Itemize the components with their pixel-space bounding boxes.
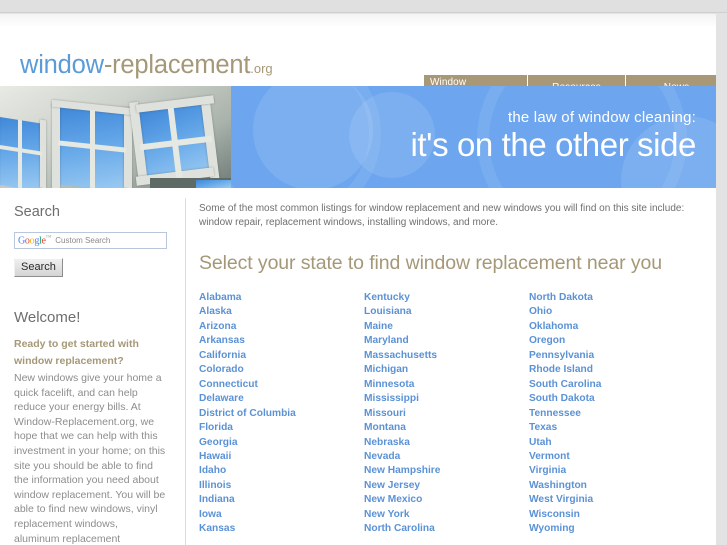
state-link[interactable]: Wyoming <box>529 522 694 536</box>
state-link[interactable]: Massachusetts <box>364 349 529 363</box>
state-link[interactable]: Colorado <box>199 363 364 377</box>
search-section-title: Search <box>14 204 60 220</box>
hero-tagline: the law of window cleaning: <box>507 109 696 126</box>
state-link[interactable]: Tennessee <box>529 407 694 421</box>
state-link[interactable]: Ohio <box>529 305 694 319</box>
hero-headline: it's on the other side <box>410 126 696 163</box>
logo-part-window: window <box>20 51 104 79</box>
state-link[interactable]: New Jersey <box>364 479 529 493</box>
state-link[interactable]: Alaska <box>199 305 364 319</box>
search-placeholder-label: Custom Search <box>55 236 111 245</box>
welcome-subtitle-line-2: window replacement? <box>14 355 124 367</box>
state-link[interactable]: Minnesota <box>364 378 529 392</box>
page-root: window-replacement.org Window replacemen… <box>0 0 727 545</box>
logo-part-replacement: -replacement <box>103 51 251 79</box>
main-column: Some of the most common listings for win… <box>199 202 704 545</box>
state-link[interactable]: Rhode Island <box>529 363 694 377</box>
state-link[interactable]: North Dakota <box>529 291 694 305</box>
state-link[interactable]: Michigan <box>364 363 529 377</box>
intro-paragraph: Some of the most common listings for win… <box>199 203 685 228</box>
sidebar-divider <box>185 198 186 545</box>
browser-top-strip <box>0 0 727 13</box>
sidebar: Search Google™ Custom Search Search Welc… <box>14 204 179 545</box>
state-list: Alabama Alaska Arizona Arkansas California Co… <box>199 291 704 537</box>
state-link[interactable]: Indiana <box>199 493 364 507</box>
state-link[interactable]: South Dakota <box>529 392 694 406</box>
state-link[interactable]: Wisconsin <box>529 508 694 522</box>
state-link[interactable]: District of Columbia <box>199 407 364 421</box>
state-link[interactable]: Maryland <box>364 334 529 348</box>
trademark-icon: ™ <box>45 234 52 241</box>
state-link[interactable]: Iowa <box>199 508 364 522</box>
state-link[interactable]: Alabama <box>199 291 364 305</box>
state-link[interactable]: Missouri <box>364 407 529 421</box>
state-link[interactable]: Nevada <box>364 450 529 464</box>
state-link[interactable]: Louisiana <box>364 305 529 319</box>
page-body: window-replacement.org Window replacemen… <box>0 14 716 545</box>
state-link[interactable]: Mississippi <box>364 392 529 406</box>
site-header: window-replacement.org Window replacemen… <box>0 14 716 100</box>
welcome-title: Welcome! <box>14 309 81 326</box>
state-link[interactable]: Montana <box>364 421 529 435</box>
state-column-2: Kentucky Louisiana Maine Maryland Massachuse… <box>364 291 529 537</box>
state-link[interactable]: Oregon <box>529 334 694 348</box>
hero-blue-panel: the law of window cleaning: it's on the … <box>231 86 716 188</box>
state-link[interactable]: Maine <box>364 320 529 334</box>
welcome-body-text: New windows give your home a quick facel… <box>14 372 166 545</box>
state-link[interactable]: Texas <box>529 421 694 435</box>
state-link[interactable]: Utah <box>529 436 694 450</box>
search-input[interactable]: Google™ Custom Search <box>14 232 167 249</box>
state-link[interactable]: Georgia <box>199 436 364 450</box>
state-link[interactable]: New Hampshire <box>364 464 529 478</box>
state-column-1: Alabama Alaska Arizona Arkansas California Co… <box>199 291 364 537</box>
state-link[interactable]: Nebraska <box>364 436 529 450</box>
state-link[interactable]: West Virginia <box>529 493 694 507</box>
state-link[interactable]: California <box>199 349 364 363</box>
state-column-3: North Dakota Ohio Oklahoma Oregon Pennsylvan… <box>529 291 694 537</box>
state-link[interactable]: Florida <box>199 421 364 435</box>
state-link[interactable]: Arizona <box>199 320 364 334</box>
state-link[interactable]: Washington <box>529 479 694 493</box>
state-link[interactable]: Pennsylvania <box>529 349 694 363</box>
content-area: Search Google™ Custom Search Search Welc… <box>0 188 716 545</box>
logo-part-org: .org <box>250 61 273 76</box>
state-link[interactable]: Illinois <box>199 479 364 493</box>
state-link[interactable]: Oklahoma <box>529 320 694 334</box>
welcome-subtitle-line-1: Ready to get started with <box>14 338 139 350</box>
google-logo-text: Google™ <box>18 234 52 247</box>
hero-banner: the law of window cleaning: it's on the … <box>0 86 716 188</box>
site-logo[interactable]: window-replacement.org <box>20 51 273 80</box>
hero-window-photo <box>0 86 231 188</box>
state-link[interactable]: Arkansas <box>199 334 364 348</box>
state-link[interactable]: Connecticut <box>199 378 364 392</box>
search-button[interactable]: Search <box>14 258 63 277</box>
state-link[interactable]: Virginia <box>529 464 694 478</box>
state-link[interactable]: Vermont <box>529 450 694 464</box>
state-link[interactable]: Kentucky <box>364 291 529 305</box>
state-link[interactable]: Idaho <box>199 464 364 478</box>
state-link[interactable]: New Mexico <box>364 493 529 507</box>
state-link[interactable]: South Carolina <box>529 378 694 392</box>
state-link[interactable]: New York <box>364 508 529 522</box>
state-link[interactable]: Delaware <box>199 392 364 406</box>
state-link[interactable]: Hawaii <box>199 450 364 464</box>
state-link[interactable]: Kansas <box>199 522 364 536</box>
state-link[interactable]: North Carolina <box>364 522 529 536</box>
page-title: Select your state to find window replace… <box>199 252 662 274</box>
